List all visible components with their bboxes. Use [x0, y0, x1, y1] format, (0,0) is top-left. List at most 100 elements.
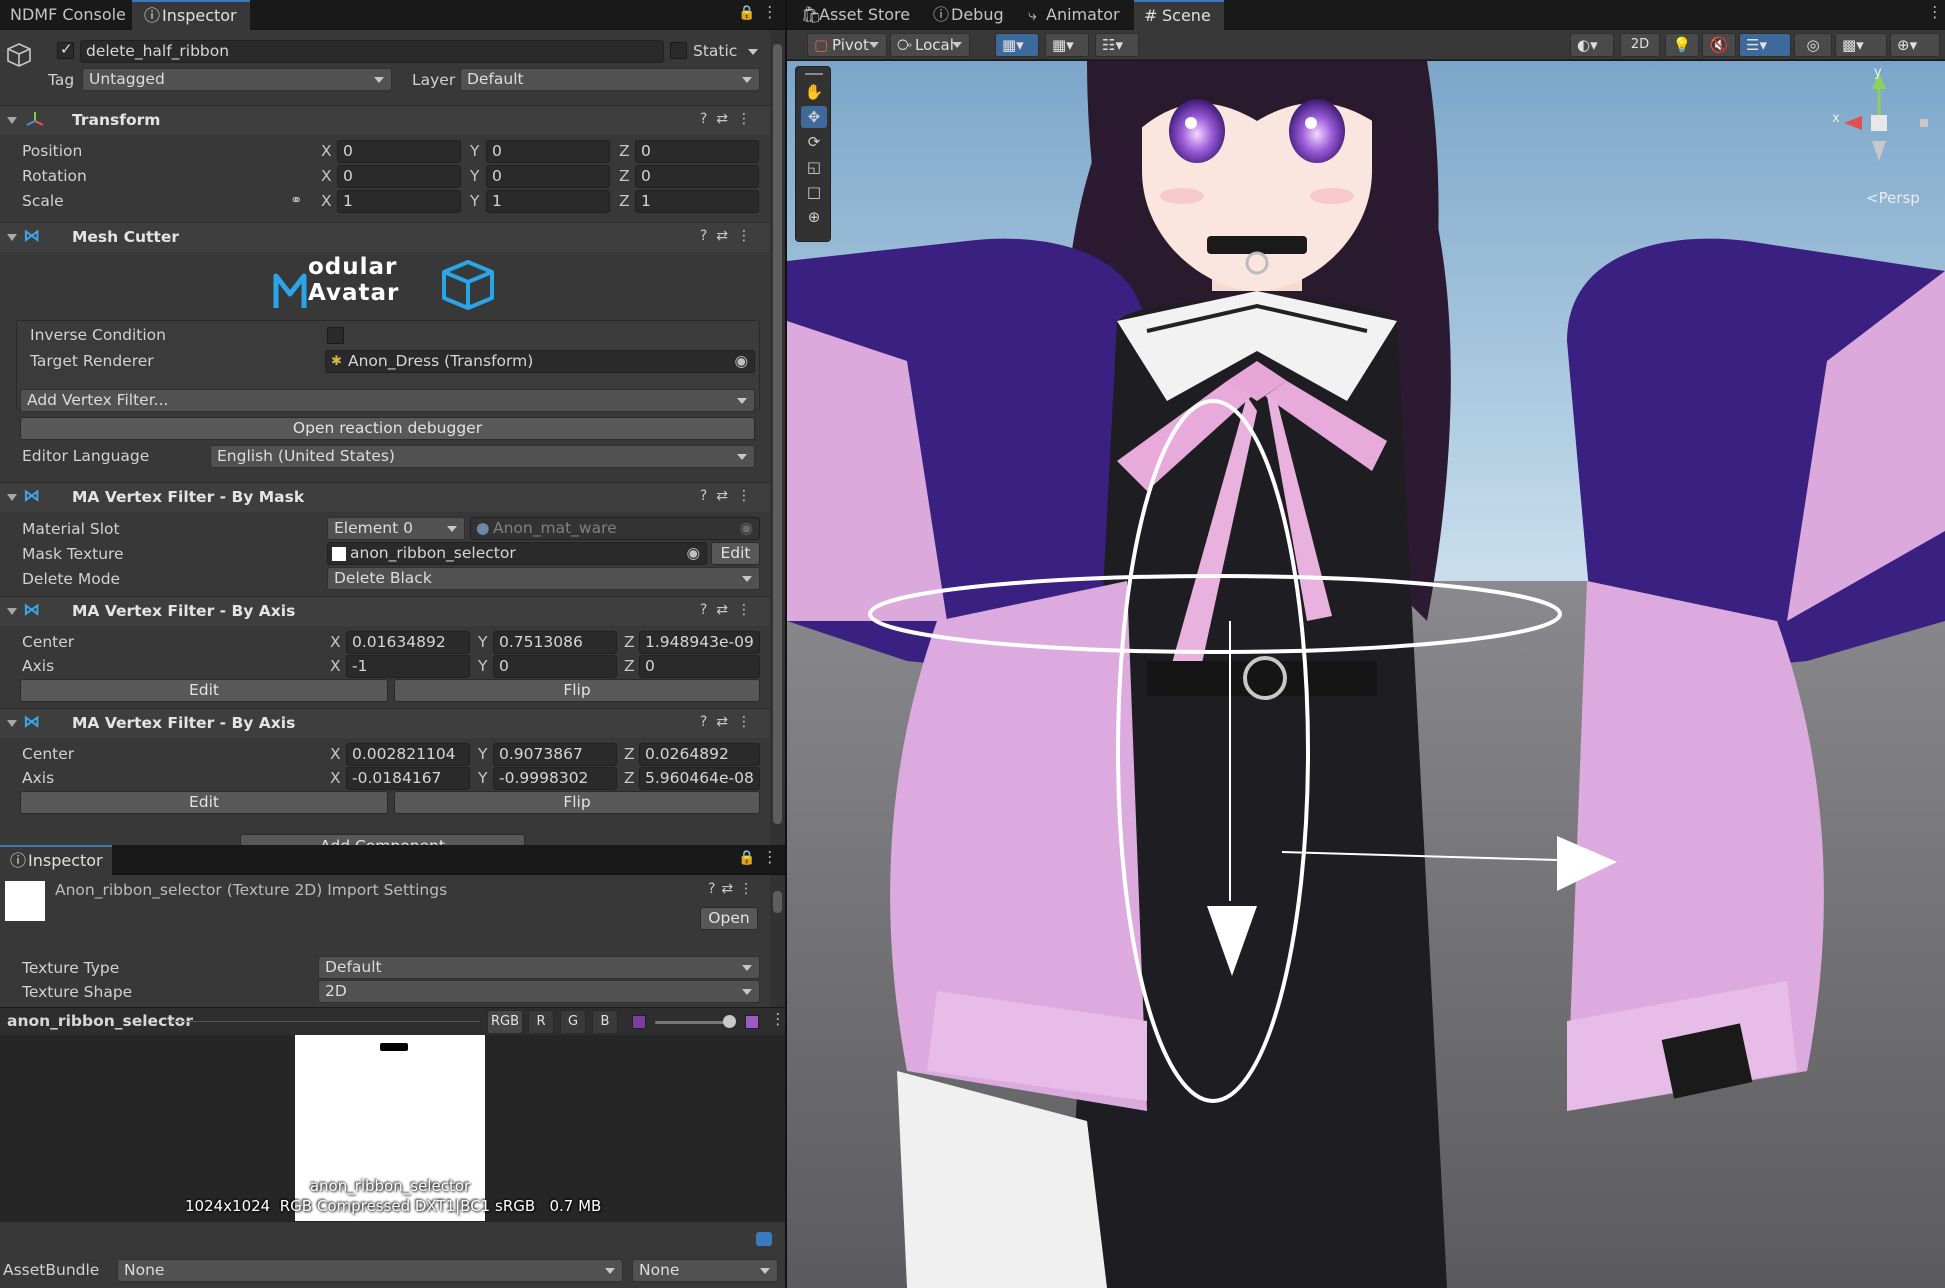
by-axis-header-1[interactable]: ⋈ MA Vertex Filter - By Axis ?⇄⋮ [0, 596, 770, 626]
more-menu-icon[interactable]: ⋮ [1927, 3, 1943, 21]
increment-snap-toggle[interactable]: ☷▾ [1095, 33, 1139, 57]
tab-ndmf-console[interactable]: NDMF Console [0, 0, 136, 30]
more-menu-icon[interactable]: ⋮ [762, 848, 778, 866]
tag-icon[interactable] [756, 1232, 772, 1246]
mesh-cutter-header[interactable]: ⋈ Mesh Cutter ?⇄⋮ [0, 222, 770, 252]
texture-type-dropdown[interactable]: Default [318, 956, 760, 979]
assetbundle-name-dropdown[interactable]: None [117, 1259, 623, 1282]
position-z-field[interactable]: 0 [635, 140, 759, 163]
hidden-objects-toggle[interactable]: ◎ [1794, 33, 1832, 57]
transform-header[interactable]: Transform ?⇄⋮ [0, 105, 770, 135]
2d-toggle[interactable]: 2D [1620, 33, 1660, 57]
tab-inspector[interactable]: ⓘ Inspector [132, 0, 250, 30]
foldout-icon[interactable] [7, 494, 17, 501]
header-icons[interactable]: ?⇄⋮ [700, 111, 760, 127]
rotation-x-field[interactable]: 0 [337, 165, 461, 188]
axis-z-field[interactable]: 0 [639, 655, 760, 678]
axis-flip-button[interactable]: Flip [394, 679, 760, 702]
channel-b-button[interactable]: B [592, 1010, 618, 1034]
alpha-view-icon[interactable] [745, 1015, 759, 1029]
object-picker-icon[interactable]: ◉ [686, 543, 700, 564]
header-icons[interactable]: ?⇄⋮ [700, 228, 760, 244]
orientation-gizmo[interactable]: y x <Persp [1822, 65, 1937, 221]
axis-flip-button[interactable]: Flip [394, 791, 760, 814]
center-y-field[interactable]: 0.7513086 [493, 631, 617, 654]
more-menu-icon[interactable]: ⋮ [762, 3, 778, 21]
tab-inspector-2[interactable]: ⓘ Inspector [0, 845, 112, 875]
center-x-field[interactable]: 0.01634892 [346, 631, 470, 654]
axis-edit-button[interactable]: Edit [20, 679, 388, 702]
lock-icon[interactable]: 🔒 [738, 5, 755, 21]
gizmos-dropdown[interactable]: ⊕▾ [1890, 33, 1940, 57]
lock-icon[interactable]: 🔒 [738, 850, 755, 866]
center-z-field[interactable]: 0.0264892 [639, 743, 760, 766]
tab-debug[interactable]: ⓘ Debug [927, 0, 1014, 30]
mip-slider[interactable] [655, 1021, 730, 1024]
persp-label[interactable]: <Persp [1866, 189, 1920, 207]
editor-language-dropdown[interactable]: English (United States) [210, 445, 755, 468]
add-component-button[interactable]: Add Component [240, 834, 525, 845]
scale-tool-icon[interactable]: ◱ [801, 156, 827, 178]
object-name-field[interactable]: delete_half_ribbon [80, 40, 664, 63]
axis-x-field[interactable]: -0.0184167 [346, 767, 470, 790]
scale-y-field[interactable]: 1 [486, 190, 610, 213]
by-mask-header[interactable]: ⋈ MA Vertex Filter - By Mask ?⇄⋮ [0, 482, 770, 512]
object-picker-icon[interactable]: ◉ [734, 351, 748, 372]
center-x-field[interactable]: 0.002821104 [346, 743, 470, 766]
foldout-icon[interactable] [7, 608, 17, 615]
pivot-toggle[interactable]: ▢ Pivot [807, 33, 887, 57]
position-x-field[interactable]: 0 [337, 140, 461, 163]
camera-settings-dropdown[interactable]: ▩▾ [1835, 33, 1887, 57]
mask-edit-button[interactable]: Edit [711, 542, 760, 565]
active-checkbox[interactable]: ✓ [57, 40, 74, 59]
center-z-field[interactable]: 1.948943e-09 [639, 631, 760, 654]
hand-tool-icon[interactable]: ✋ [801, 81, 827, 103]
rect-tool-icon[interactable]: □ [801, 181, 827, 203]
panel-divider[interactable] [785, 0, 787, 1288]
inspector-scrollbar[interactable] [770, 30, 785, 845]
local-toggle[interactable]: ⧂ Local [890, 33, 970, 57]
channel-r-button[interactable]: R [528, 1010, 554, 1034]
header-icons[interactable]: ?⇄⋮ [700, 602, 760, 618]
tag-dropdown[interactable]: Untagged [82, 68, 392, 91]
rotation-y-field[interactable]: 0 [486, 165, 610, 188]
axis-x-field[interactable]: -1 [346, 655, 470, 678]
move-tool-icon[interactable]: ✥ [801, 106, 827, 128]
more-menu-icon[interactable]: ⋮ [770, 1010, 786, 1028]
rotate-tool-icon[interactable]: ⟳ [801, 131, 827, 153]
material-slot-dropdown[interactable]: Element 0 [327, 517, 465, 540]
overlay-grip[interactable] [805, 73, 823, 75]
axis-y-field[interactable]: -0.9998302 [493, 767, 617, 790]
center-y-field[interactable]: 0.9073867 [493, 743, 617, 766]
open-button[interactable]: Open [700, 907, 758, 930]
assetbundle-variant-dropdown[interactable]: None [632, 1259, 778, 1282]
add-vertex-filter-dropdown[interactable]: Add Vertex Filter... [20, 389, 755, 412]
grid-visibility-toggle[interactable]: ▦▾ [1045, 33, 1089, 57]
foldout-icon[interactable] [7, 234, 17, 241]
foldout-icon[interactable] [7, 720, 17, 727]
target-renderer-field[interactable]: ✱ Anon_Dress (Transform) ◉ [325, 350, 755, 373]
channel-rgb-button[interactable]: RGB [487, 1010, 523, 1034]
open-reaction-debugger-button[interactable]: Open reaction debugger [20, 417, 755, 440]
foldout-icon[interactable] [7, 117, 17, 124]
header-icons[interactable]: ?⇄⋮ [708, 881, 760, 897]
transform-tool-icon[interactable]: ⊕ [801, 206, 827, 228]
scrollbar-thumb[interactable] [773, 891, 782, 913]
mip-slider-handle[interactable] [723, 1015, 736, 1028]
static-checkbox[interactable] [670, 42, 687, 59]
by-axis-header-2[interactable]: ⋈ MA Vertex Filter - By Axis ?⇄⋮ [0, 708, 770, 738]
position-y-field[interactable]: 0 [486, 140, 610, 163]
import-scrollbar[interactable] [770, 875, 785, 1007]
alpha-checker-icon[interactable] [632, 1015, 646, 1029]
rotation-z-field[interactable]: 0 [635, 165, 759, 188]
scale-x-field[interactable]: 1 [337, 190, 461, 213]
inverse-condition-checkbox[interactable] [327, 327, 344, 344]
grid-snap-toggle[interactable]: ▦▾ [995, 33, 1039, 57]
effects-toggle[interactable]: ☰▾ [1739, 33, 1791, 57]
header-icons[interactable]: ?⇄⋮ [700, 488, 760, 504]
static-dropdown-caret[interactable] [748, 49, 758, 55]
axis-z-field[interactable]: 5.960464e-08 [639, 767, 760, 790]
audio-toggle[interactable]: 🔇 [1702, 33, 1736, 57]
tab-asset-store[interactable]: 🛍 Asset Store [795, 0, 920, 30]
tab-animator[interactable]: ⤷ Animator [1022, 0, 1130, 30]
